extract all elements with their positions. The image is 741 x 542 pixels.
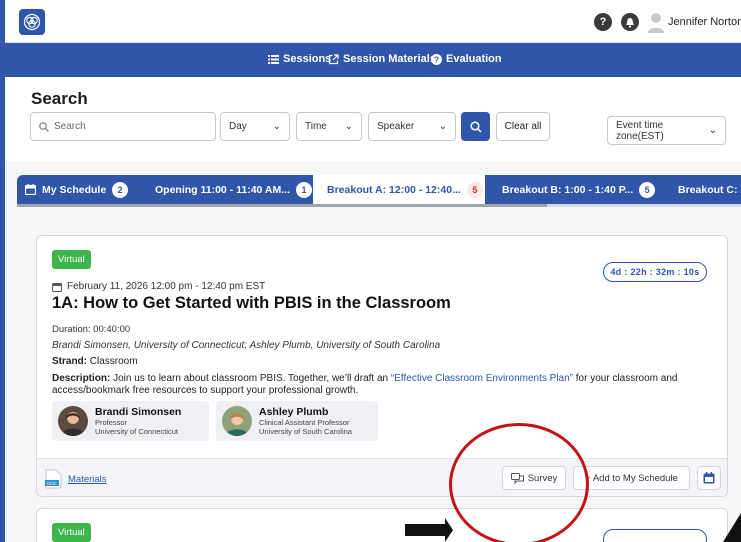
tab-breakout-a[interactable]: Breakout A: 12:00 - 12:40... 5 [313,175,485,204]
tab-opening[interactable]: Opening 11:00 - 11:40 AM... 1 [155,175,312,204]
time-select[interactable]: Time ⌄ [296,112,362,141]
tab-count-badge: 2 [112,181,129,198]
annotation-arrow-icon [405,518,453,542]
top-bar: ? Jennifer Norton ▾ [5,0,741,43]
tab-label: Opening 11:00 - 11:40 AM... [155,183,290,196]
notification-bell-icon[interactable] [621,13,639,31]
tab-breakout-c[interactable]: Breakout C: 2 [678,175,741,204]
session-title[interactable]: 1A: How to Get Started with PBIS in the … [52,294,451,313]
speaker-select-label: Speaker [377,121,415,132]
session-card: Virtual 4d : 22h : 32m : 10s February 11… [36,235,728,497]
search-heading: Search [31,89,88,108]
app-window: ? Jennifer Norton ▾ Sessions Session Mat… [5,0,741,542]
nav-sessions-label: Sessions [283,53,332,65]
calendar-icon [25,184,36,195]
search-icon [39,121,49,132]
speaker-role: Professor [95,418,128,427]
session-duration: Duration: 00:40:00 [52,324,131,335]
session-date-text: February 11, 2026 12:00 pm - 12:40 pm ES… [67,281,266,292]
annotation-arrow-icon [723,513,741,542]
tab-label: Breakout B: 1:00 - 1:40 P... [502,183,634,196]
nav-session-materials[interactable]: Session Materials [328,53,436,65]
countdown-timer: 4d : 22h : 32m : 10s [603,262,707,282]
search-input[interactable]: Search [30,112,216,141]
session-card-footer: DOC Materials Survey + Add to My Schedul… [37,458,727,496]
virtual-badge: Virtual [52,250,91,269]
speaker-name: Ashley Plumb [259,406,329,418]
chevron-down-icon: ⌄ [344,121,353,132]
user-name: Jennifer Norton [668,16,741,28]
tab-scrollbar[interactable] [17,204,547,207]
virtual-badge: Virtual [52,523,91,542]
nav-materials-label: Session Materials [343,53,436,65]
doc-file-type: DOC [47,481,58,486]
nav-sessions[interactable]: Sessions [268,53,331,65]
session-description: Description: Join us to learn about clas… [52,373,722,397]
chevron-down-icon: ⌄ [708,125,717,136]
help-button[interactable]: ? [594,13,612,31]
tab-count-badge: 5 [466,181,483,198]
doc-file-icon: DOC [45,469,62,489]
timezone-label: Event time zone(EST) [616,119,664,142]
tab-label: Breakout C: 2 [678,183,741,196]
session-strand: Strand: Classroom [52,356,138,367]
speaker-card[interactable]: Ashley Plumb Clinical Assistant Professo… [216,401,378,441]
materials-label: Materials [68,473,107,485]
tab-label: My Schedule [42,183,107,196]
annotation-circle [449,423,589,542]
speaker-photo [222,406,252,436]
user-avatar-icon[interactable] [647,11,665,33]
chevron-down-icon: ⌄ [272,121,281,132]
search-button[interactable] [461,112,490,141]
search-icon [469,120,482,133]
clear-all-button[interactable]: Clear all [496,112,550,141]
search-section: Search Search Day ⌄ Time ⌄ Speaker ⌄ Clear … [5,77,741,161]
calendar-icon [52,282,62,292]
materials-link[interactable]: DOC Materials [45,469,107,489]
tab-my-schedule[interactable]: My Schedule 2 [25,175,129,204]
speaker-org: University of South Carolina [259,427,352,436]
tab-label: Breakout A: 12:00 - 12:40... [327,183,461,196]
day-select-label: Day [229,121,247,132]
speaker-card[interactable]: Brandi Simonsen Professor University of … [52,401,209,441]
session-tabs: My Schedule 2 Opening 11:00 - 11:40 AM..… [17,175,741,204]
day-select[interactable]: Day ⌄ [220,112,290,141]
logo-icon[interactable] [19,9,45,35]
external-link-icon [328,53,339,64]
strand-value: Classroom [89,356,138,367]
nav-evaluation[interactable]: ? Evaluation [431,53,502,65]
chevron-down-icon: ⌄ [438,121,447,132]
tab-count-badge: 5 [639,181,656,198]
calendar-export-button[interactable] [697,466,721,490]
session-presenters: Brandi Simonsen, University of Connectic… [52,340,441,351]
tab-count-badge: 1 [296,181,312,198]
speaker-role: Clinical Assistant Professor [259,418,350,427]
session-date: February 11, 2026 12:00 pm - 12:40 pm ES… [52,281,265,292]
countdown-timer [603,529,707,542]
search-placeholder: Search [54,121,86,132]
speaker-select[interactable]: Speaker ⌄ [368,112,456,141]
speaker-name: Brandi Simonsen [95,406,182,418]
add-to-schedule-button[interactable]: + Add to My Schedule [573,466,690,490]
svg-text:?: ? [434,54,439,64]
timezone-select[interactable]: Event time zone(EST) ⌄ [607,116,726,145]
time-select-label: Time [305,121,327,132]
strand-label: Strand: [52,356,87,367]
session-card: Virtual [36,508,728,542]
user-menu[interactable]: Jennifer Norton ▾ [668,15,741,28]
list-icon [268,54,279,64]
main-nav: Sessions Session Materials ? Evaluation [5,43,741,77]
nav-evaluation-label: Evaluation [446,53,502,65]
speaker-org: University of Connecticut [95,427,178,436]
description-label: Description: [52,373,111,384]
calendar-icon [703,472,715,484]
tab-breakout-b[interactable]: Breakout B: 1:00 - 1:40 P... 5 [502,175,656,204]
question-circle-icon: ? [431,53,442,65]
speaker-photo [58,406,88,436]
ecep-link[interactable]: “Effective Classroom Environments Plan” [391,373,573,384]
description-text: Join us to learn about classroom PBIS. T… [113,373,389,384]
